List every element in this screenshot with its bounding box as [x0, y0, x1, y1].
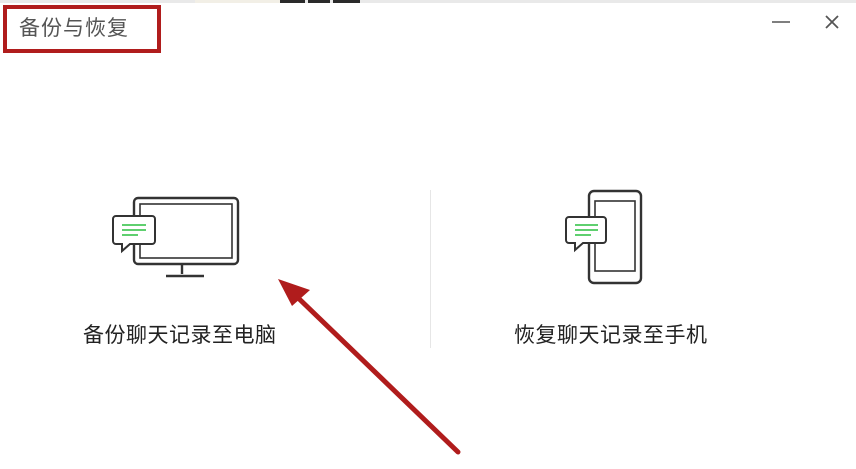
top-edge-strip	[0, 0, 856, 3]
close-button[interactable]	[820, 10, 844, 34]
window-title: 备份与恢复	[19, 16, 129, 40]
minimize-icon	[772, 21, 790, 23]
phone-with-chat-icon	[565, 189, 643, 285]
backup-to-computer-option[interactable]: 备份聊天记录至电脑	[60, 180, 310, 360]
options-divider	[430, 190, 431, 348]
minimize-button[interactable]	[769, 10, 793, 34]
backup-to-computer-label: 备份聊天记录至电脑	[83, 323, 277, 347]
restore-to-phone-label: 恢复聊天记录至手机	[514, 323, 708, 347]
computer-with-chat-icon	[112, 196, 240, 278]
restore-to-phone-option[interactable]: 恢复聊天记录至手机	[490, 180, 740, 360]
close-icon	[825, 15, 839, 29]
backup-restore-window: 备份与恢复 备份聊天记录至电脑 恢复聊天记录至手机	[0, 0, 856, 469]
